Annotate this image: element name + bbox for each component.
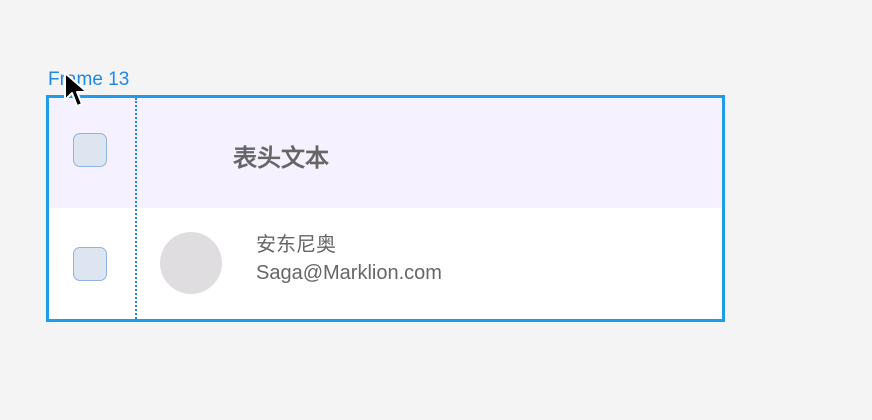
header-title: 表头文本 xyxy=(233,144,329,172)
row-checkbox[interactable] xyxy=(73,247,107,281)
header-checkbox[interactable] xyxy=(73,133,107,167)
user-name: 安东尼奥 xyxy=(256,232,336,256)
table-row[interactable]: 安东尼奥 Saga@Marklion.com xyxy=(49,208,722,319)
column-divider xyxy=(135,98,137,319)
cursor-icon xyxy=(64,72,88,107)
avatar xyxy=(160,232,222,294)
table-header-row: 表头文本 xyxy=(49,98,722,208)
user-email: Saga@Marklion.com xyxy=(256,262,442,284)
selected-frame[interactable]: 表头文本 安东尼奥 Saga@Marklion.com xyxy=(46,95,725,322)
